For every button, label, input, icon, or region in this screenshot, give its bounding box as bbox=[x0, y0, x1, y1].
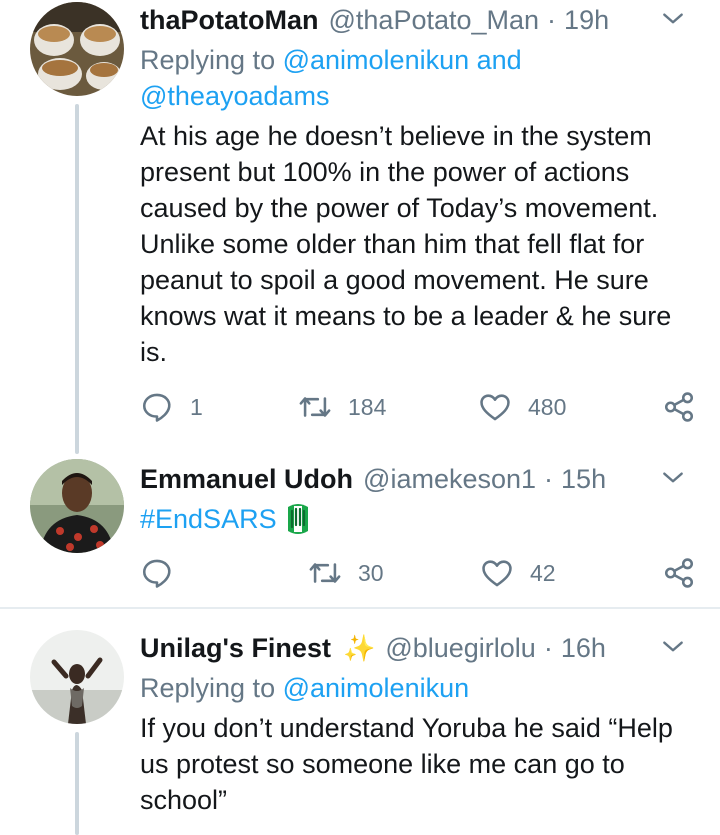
reply-icon bbox=[142, 559, 171, 588]
tweet-text: #EndSARS bbox=[140, 501, 690, 537]
chevron-down-icon[interactable] bbox=[660, 634, 686, 660]
display-name[interactable]: thaPotatoMan bbox=[140, 5, 319, 36]
timestamp[interactable]: 19h bbox=[564, 5, 609, 36]
retweet-button[interactable]: 184 bbox=[298, 387, 386, 427]
tweet-text-line: caused by the power of Today’s movement. bbox=[140, 193, 659, 223]
display-name[interactable]: Emmanuel Udoh bbox=[140, 464, 353, 495]
tweet-3[interactable]: Unilag's Finest ✨ @bluegirlolu · 16h Rep… bbox=[0, 610, 720, 835]
tweet-header: Unilag's Finest ✨ @bluegirlolu · 16h bbox=[140, 630, 700, 666]
tweet-actions: 1 184 480 bbox=[140, 387, 696, 427]
replying-to: Replying to @animolenikun and @theayoada… bbox=[140, 42, 690, 114]
retweet-button[interactable]: 30 bbox=[308, 553, 384, 593]
retweet-icon bbox=[309, 563, 341, 583]
timestamp[interactable]: 15h bbox=[561, 464, 606, 495]
tweet-header: Emmanuel Udoh @iamekeson1 · 15h bbox=[140, 461, 700, 497]
tweet-text: At his age he doesn’t believe in the sys… bbox=[140, 118, 690, 370]
user-handle[interactable]: @bluegirlolu bbox=[385, 633, 536, 664]
reply-button[interactable]: 1 bbox=[140, 387, 203, 427]
tweet-text-line: peanut to spoil a good movement. He sure bbox=[140, 265, 649, 295]
share-button[interactable] bbox=[662, 387, 696, 427]
heart-icon bbox=[480, 394, 510, 421]
tweet-text-line: At his age he doesn’t believe in the sys… bbox=[140, 121, 652, 151]
replying-prefix: Replying to bbox=[140, 45, 276, 75]
user-handle[interactable]: @iamekeson1 bbox=[363, 464, 536, 495]
reply-icon bbox=[142, 393, 171, 422]
tweet-text-line: school” bbox=[140, 785, 228, 815]
timestamp[interactable]: 16h bbox=[561, 633, 606, 664]
mention-link[interactable]: @animolenikun bbox=[283, 673, 470, 703]
tweet-actions: 30 42 bbox=[140, 553, 696, 593]
retweet-count: 30 bbox=[358, 559, 384, 586]
tweet-text-line: knows wat it means to be a leader & he s… bbox=[140, 301, 672, 331]
separator-dot: · bbox=[544, 463, 554, 494]
reply-count: 1 bbox=[190, 393, 203, 420]
chevron-down-icon[interactable] bbox=[660, 6, 686, 32]
thread-line bbox=[75, 732, 79, 835]
share-icon bbox=[664, 558, 694, 588]
display-name[interactable]: Unilag's Finest bbox=[140, 633, 331, 664]
share-icon bbox=[664, 392, 694, 422]
hashtag-emoji-icon bbox=[287, 504, 308, 534]
tweet-text-line: is. bbox=[140, 337, 167, 367]
retweet-count: 184 bbox=[348, 393, 387, 420]
share-button[interactable] bbox=[662, 553, 696, 593]
reply-button[interactable] bbox=[140, 553, 190, 593]
tweet-text-line: If you don’t understand Yoruba he said “… bbox=[140, 713, 673, 743]
avatar-image bbox=[30, 459, 124, 553]
tweet-2[interactable]: Emmanuel Udoh @iamekeson1 · 15h #EndSARS… bbox=[0, 455, 720, 608]
replying-prefix: Replying to bbox=[140, 673, 276, 703]
avatar[interactable] bbox=[30, 459, 124, 553]
thread-line bbox=[75, 104, 79, 454]
tweet-text-line: us protest so someone like me can go to bbox=[140, 749, 625, 779]
avatar-image bbox=[30, 2, 124, 96]
like-button[interactable]: 480 bbox=[478, 387, 566, 427]
like-count: 42 bbox=[530, 559, 556, 586]
avatar-image bbox=[30, 630, 124, 724]
tweet-text-line: present but 100% in the power of actions bbox=[140, 157, 630, 187]
chevron-down-icon[interactable] bbox=[660, 465, 686, 491]
tweet-header: thaPotatoMan @thaPotato_Man · 19h bbox=[140, 2, 700, 38]
tweet-divider bbox=[0, 607, 720, 609]
like-count: 480 bbox=[528, 393, 567, 420]
avatar[interactable] bbox=[30, 630, 124, 724]
replying-to: Replying to @animolenikun bbox=[140, 670, 690, 706]
user-handle[interactable]: @thaPotato_Man bbox=[329, 5, 540, 36]
avatar[interactable] bbox=[30, 2, 124, 96]
sparkles-emoji: ✨ bbox=[342, 632, 376, 663]
separator-dot: · bbox=[543, 632, 553, 663]
mention-link[interactable]: @theayoadams bbox=[140, 81, 330, 111]
mention-link[interactable]: @animolenikun and bbox=[283, 45, 522, 75]
separator-dot: · bbox=[547, 4, 557, 35]
heart-icon bbox=[482, 560, 512, 587]
retweet-icon bbox=[299, 397, 331, 417]
like-button[interactable]: 42 bbox=[480, 553, 556, 593]
tweet-text: If you don’t understand Yoruba he said “… bbox=[140, 710, 690, 818]
hashtag-link[interactable]: #EndSARS bbox=[140, 501, 277, 537]
tweet-text-line: Unlike some older than him that fell fla… bbox=[140, 229, 645, 259]
tweet-1[interactable]: thaPotatoMan @thaPotato_Man · 19h Replyi… bbox=[0, 0, 720, 455]
